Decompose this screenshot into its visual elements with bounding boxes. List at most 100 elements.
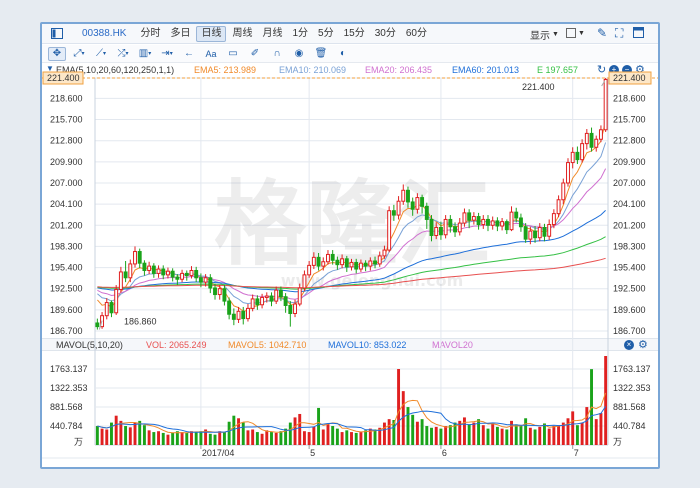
volume-bar [528,427,532,445]
candle-body [438,226,443,236]
candle [561,178,566,205]
volume-bar [133,422,137,445]
volume-bar [147,430,151,445]
candle-body [448,218,453,228]
candle [222,285,227,306]
volume-bar [279,431,283,445]
candle-body [114,288,119,314]
candle [504,219,509,235]
candle-body [156,268,161,274]
candle-body [490,220,495,226]
candle-body [302,274,307,289]
volume-bar [124,426,128,445]
candle-body [580,143,585,161]
volume-bar [194,432,198,445]
volume-bar [415,421,419,445]
candle [104,298,109,320]
candle-body [434,226,439,236]
candle-body [326,253,330,263]
candle-body [330,253,335,261]
candle-body [307,264,312,276]
chart-area[interactable]: 格隆汇www.gelonghui.com221.400 221.400218.60… [42,24,658,467]
volume-bar [566,418,570,445]
candle-body [203,277,208,283]
price-tick-right: 209.900 [613,157,646,167]
candle-body [523,226,528,240]
volume-tick-right: 881.568 [613,402,646,412]
candle [269,292,274,307]
candle-body [250,298,255,309]
candle-body [264,295,269,298]
volume-tick-right: 1322.353 [613,383,651,393]
candle-body [354,261,359,270]
candle-body [396,200,401,216]
volume-bar [307,432,311,445]
volume-bar [547,428,551,445]
volume-bar [350,432,353,445]
candle-body [288,304,293,315]
candle-body [533,230,538,239]
volume-bar [495,426,499,445]
candle [250,294,255,312]
candle-body [260,296,265,306]
volume-bar [218,431,222,445]
price-tick-left: 218.600 [50,93,83,103]
candle [566,158,570,187]
candle-body [537,226,542,239]
volume-bar [561,422,565,445]
volume-bar [142,425,146,445]
candle-body [321,261,326,267]
volume-bar [406,407,410,445]
volume-bar [557,425,561,445]
candle-body [528,230,533,240]
volume-bar [213,434,217,445]
candle-body [377,255,382,265]
candle-body [142,262,147,271]
price-tick-right: 204.100 [613,199,646,209]
volume-bar [411,414,415,445]
current-price-label-left: 221.400 [47,73,80,83]
volume-bar [265,430,269,445]
volume-unit-right: 万 [613,437,622,447]
volume-bar [439,428,443,445]
price-tick-right: 212.800 [613,136,646,146]
candle-body [570,151,575,164]
volume-bar [227,421,231,445]
candle [227,297,232,320]
volume-bar [571,411,575,445]
volume-bar [420,419,424,445]
price-tick-right: 198.300 [613,241,646,251]
candle [518,213,523,232]
candle-body [410,201,415,210]
candle-body [236,310,241,320]
candle [598,125,603,143]
date-label: 7 [574,448,579,458]
low-annotation: 186.860 [124,317,157,327]
volume-bar [462,417,466,445]
candle [231,308,236,326]
candle-body [368,260,373,267]
candle [147,261,152,275]
candle [537,223,542,242]
price-tick-right: 186.700 [613,326,646,336]
volume-bar [425,426,429,445]
candle-body [297,287,302,305]
volume-bar [288,422,292,445]
volume-bar [237,418,241,445]
volume-bar [190,431,193,445]
candle-body [283,296,288,306]
volume-bar [298,413,302,445]
candle-body [443,218,448,236]
candle-body [349,261,354,268]
candle-body [335,259,340,266]
candle [170,268,175,282]
candle [142,260,147,276]
price-tick-left: 209.900 [50,157,83,167]
candle-body [589,132,594,148]
candle-body [518,217,523,228]
volume-bar [321,429,325,445]
candle-body [415,197,420,210]
candle [594,135,599,152]
volume-bar [246,430,250,445]
candle-body [340,258,345,266]
